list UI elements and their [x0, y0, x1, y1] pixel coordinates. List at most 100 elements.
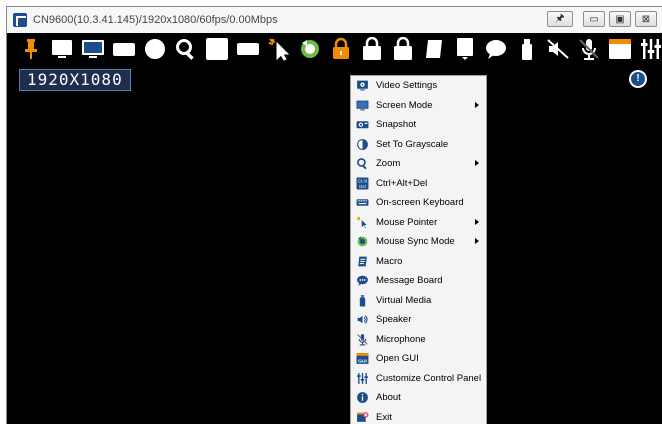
submenu-arrow-icon [475, 160, 479, 166]
maximize-button[interactable]: ▣ [609, 11, 631, 27]
keyboard-icon [236, 37, 260, 61]
mouse-sync-tool[interactable] [298, 36, 323, 62]
speaker-icon [356, 313, 369, 326]
customize-panel-tool[interactable] [638, 36, 662, 62]
info-icon[interactable]: ! [629, 70, 647, 88]
menu-item-about[interactable]: About [351, 388, 486, 408]
cursor-icon [356, 216, 369, 229]
menu-item-zoom[interactable]: Zoom [351, 154, 486, 174]
lock-tool[interactable] [329, 36, 354, 62]
menu-item-label: Video Settings [376, 80, 438, 92]
monitor-icon [81, 37, 105, 61]
menu-item-label: Ctrl+Alt+Del [376, 177, 428, 189]
grayscale-tool[interactable] [143, 36, 168, 62]
menu-item-label: Screen Mode [376, 99, 433, 111]
usb-icon [515, 37, 539, 61]
svg-text:1: 1 [400, 48, 406, 60]
scroll-icon [422, 37, 446, 61]
menu-item-label: About [376, 392, 401, 404]
open-gui-tool[interactable]: GUI [607, 36, 632, 62]
menu-item-label: Mouse Sync Mode [376, 236, 455, 248]
svg-text:A: A [368, 48, 376, 60]
svg-text:Del: Del [359, 184, 366, 189]
app-logo-icon [13, 13, 27, 27]
menu-item-video-settings[interactable]: Video Settings [351, 76, 486, 96]
menu-item-macro[interactable]: Macro [351, 252, 486, 272]
menu-item-set-to-grayscale[interactable]: Set To Grayscale [351, 135, 486, 155]
ctrl-alt-del-icon: Ct Al Del [205, 37, 229, 61]
camera-icon [112, 37, 136, 61]
mouse-pointer-tool[interactable] [267, 36, 292, 62]
zoom-tool[interactable] [174, 36, 199, 62]
minimize-button[interactable]: ▭ [583, 11, 605, 27]
macro-tool[interactable] [421, 36, 446, 62]
info-icon [356, 391, 369, 404]
menu-item-snapshot[interactable]: Snapshot [351, 115, 486, 135]
close-button[interactable]: ⊠ [635, 11, 657, 27]
chat-icon [356, 274, 369, 287]
menu-item-customize-control-panel[interactable]: Customize Control Panel [351, 369, 486, 389]
menu-item-open-gui[interactable]: GUI Open GUI [351, 349, 486, 369]
menu-item-mouse-pointer[interactable]: Mouse Pointer [351, 213, 486, 233]
menu-item-label: Snapshot [376, 119, 417, 131]
pin-window-button[interactable]: 🖈 [547, 11, 573, 27]
caps-lock-tool[interactable]: A [359, 36, 384, 62]
menu-item-label: Mouse Pointer [376, 216, 438, 228]
pin-tool[interactable] [19, 36, 44, 62]
microphone-tool[interactable] [576, 36, 601, 62]
gui-icon: GUI [608, 37, 632, 61]
monitor-icon [356, 99, 369, 112]
svg-text:Ct Al: Ct Al [209, 40, 226, 49]
menu-item-exit[interactable]: Exit [351, 408, 486, 424]
speaker-tool[interactable] [545, 36, 570, 62]
menu-item-label: Open GUI [376, 353, 419, 365]
speaker-muted-icon [546, 37, 570, 61]
half-circle-icon [143, 37, 167, 61]
menu-item-virtual-media[interactable]: Virtual Media [351, 291, 486, 311]
submenu-arrow-icon [475, 218, 479, 225]
sync-icon [298, 37, 322, 61]
remote-screen[interactable] [7, 65, 662, 424]
num-lock-icon: 1 [391, 37, 415, 61]
title-bar[interactable]: CN9600(10.3.41.145)/1920x1080/60fps/0.00… [7, 7, 662, 33]
snapshot-tool[interactable] [112, 36, 137, 62]
camera-icon [356, 118, 369, 131]
onscreen-keyboard-tool[interactable] [236, 36, 261, 62]
screen-mode-tool[interactable] [81, 36, 106, 62]
control-panel-toolbar: Ct Al Del A 1 GUI [7, 33, 662, 65]
svg-text:Ct Al: Ct Al [358, 178, 367, 183]
menu-item-label: Set To Grayscale [376, 138, 449, 150]
gear-monitor-icon [50, 37, 74, 61]
submenu-arrow-icon [475, 238, 479, 244]
sync-icon [356, 235, 369, 248]
svg-text:GUI: GUI [358, 359, 367, 365]
virtual-media-tool[interactable] [514, 36, 539, 62]
menu-item-message-board[interactable]: Message Board [351, 271, 486, 291]
menu-item-label: Customize Control Panel [376, 372, 482, 384]
sliders-icon [639, 37, 662, 61]
menu-item-label: Speaker [376, 314, 412, 326]
gui-icon: GUI [356, 352, 369, 365]
submenu-arrow-icon [475, 101, 479, 108]
num-lock-tool[interactable]: 1 [390, 36, 415, 62]
menu-item-label: Message Board [376, 275, 443, 287]
menu-item-on-screen-keyboard[interactable]: On-screen Keyboard [351, 193, 486, 213]
menu-tool[interactable] [452, 36, 477, 62]
menu-item-label: Microphone [376, 333, 426, 345]
kvm-viewer-window: CN9600(10.3.41.145)/1920x1080/60fps/0.00… [6, 6, 662, 424]
menu-item-screen-mode[interactable]: Screen Mode [351, 96, 486, 116]
microphone-muted-icon [356, 333, 369, 346]
gear-monitor-icon [356, 79, 369, 92]
ctrl-alt-del-tool[interactable]: Ct Al Del [205, 36, 230, 62]
message-board-tool[interactable] [483, 36, 508, 62]
menu-item-microphone[interactable]: Microphone [351, 330, 486, 350]
menu-item-speaker[interactable]: Speaker [351, 310, 486, 330]
window-title: CN9600(10.3.41.145)/1920x1080/60fps/0.00… [33, 14, 278, 26]
svg-text:GUI: GUI [612, 48, 628, 58]
menu-item-ctrl-alt-del[interactable]: Ct Al Del Ctrl+Alt+Del [351, 174, 486, 194]
ctrl-alt-del-icon: Ct Al Del [356, 177, 369, 190]
magnifier-icon [356, 157, 369, 170]
usb-icon [356, 294, 369, 307]
menu-item-mouse-sync-mode[interactable]: Mouse Sync Mode [351, 232, 486, 252]
video-settings-tool[interactable] [50, 36, 75, 62]
